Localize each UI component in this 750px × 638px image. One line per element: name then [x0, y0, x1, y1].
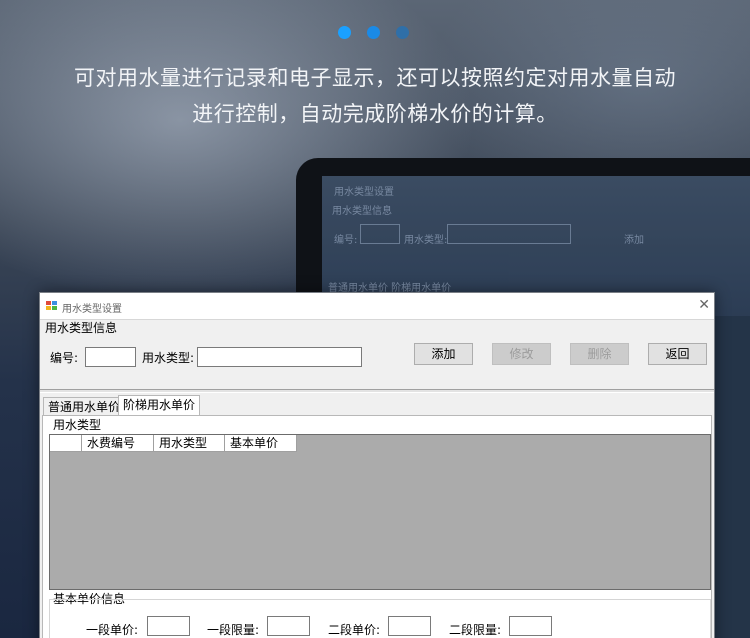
water-type-input[interactable]	[197, 347, 362, 367]
water-type-grid[interactable]: 水费编号 用水类型 基本单价	[49, 434, 711, 590]
carousel-dot-2[interactable]	[367, 26, 380, 39]
water-type-label: 用水类型:	[142, 351, 195, 365]
section-divider	[40, 389, 714, 393]
laptop-add-button: 添加	[624, 235, 644, 246]
water-type-group-title: 用水类型	[53, 418, 102, 432]
tier2-limit-input[interactable]	[509, 616, 552, 636]
subtitle-line-1: 可对用水量进行记录和电子显示，还可以按照约定对用水量自动	[74, 66, 676, 90]
window-titlebar[interactable]: 用水类型设置 ✕	[40, 293, 714, 320]
laptop-type-box	[447, 224, 571, 244]
grid-row-header-corner	[50, 435, 82, 452]
code-input[interactable]	[85, 347, 136, 367]
tier1-price-label: 一段单价:	[86, 623, 139, 637]
carousel-dots	[338, 26, 409, 39]
grid-col-fee-code[interactable]: 水费编号	[82, 435, 154, 452]
grid-header: 水费编号 用水类型 基本单价	[50, 435, 297, 452]
water-type-settings-window: 用水类型设置 ✕ 用水类型信息 编号: 用水类型: 添加 修改 删除 返回 普通…	[39, 292, 715, 638]
close-icon[interactable]: ✕	[698, 298, 710, 312]
laptop-code-box	[360, 224, 400, 244]
add-button[interactable]: 添加	[414, 343, 473, 365]
window-title: 用水类型设置	[62, 304, 122, 315]
carousel-dot-3[interactable]	[396, 26, 409, 39]
banner-subtitle: 可对用水量进行记录和电子显示，还可以按照约定对用水量自动 进行控制，自动完成阶梯…	[40, 60, 710, 132]
tier2-limit-label: 二段限量:	[449, 623, 502, 637]
laptop-type-label: 用水类型:	[404, 235, 448, 246]
tier1-limit-label: 一段限量:	[207, 623, 260, 637]
tier2-price-label: 二段单价:	[328, 623, 381, 637]
carousel-dot-1[interactable]	[338, 26, 351, 39]
tab-tiered-price[interactable]: 阶梯用水单价	[118, 395, 201, 416]
grid-col-base-price[interactable]: 基本单价	[225, 435, 297, 452]
laptop-window-title: 用水类型设置	[334, 187, 394, 198]
delete-button[interactable]: 删除	[570, 343, 629, 365]
back-button[interactable]: 返回	[648, 343, 707, 365]
tier2-price-input[interactable]	[388, 616, 431, 636]
grid-col-water-type[interactable]: 用水类型	[154, 435, 225, 452]
tab-normal-price[interactable]: 普通用水单价	[43, 397, 126, 416]
edit-button[interactable]: 修改	[492, 343, 551, 365]
app-icon	[46, 301, 57, 311]
tier1-limit-input[interactable]	[267, 616, 310, 636]
code-label: 编号:	[50, 351, 79, 365]
subtitle-line-2: 进行控制，自动完成阶梯水价的计算。	[192, 102, 558, 126]
tiered-price-tab-page: 用水类型 水费编号 用水类型 基本单价 基本单价信息 一段单价: 一段限量: 二…	[42, 415, 712, 638]
laptop-group-title: 用水类型信息	[332, 206, 392, 217]
water-type-info-group-title: 用水类型信息	[45, 321, 118, 335]
laptop-code-label: 编号:	[334, 235, 358, 246]
tier1-price-input[interactable]	[147, 616, 190, 636]
